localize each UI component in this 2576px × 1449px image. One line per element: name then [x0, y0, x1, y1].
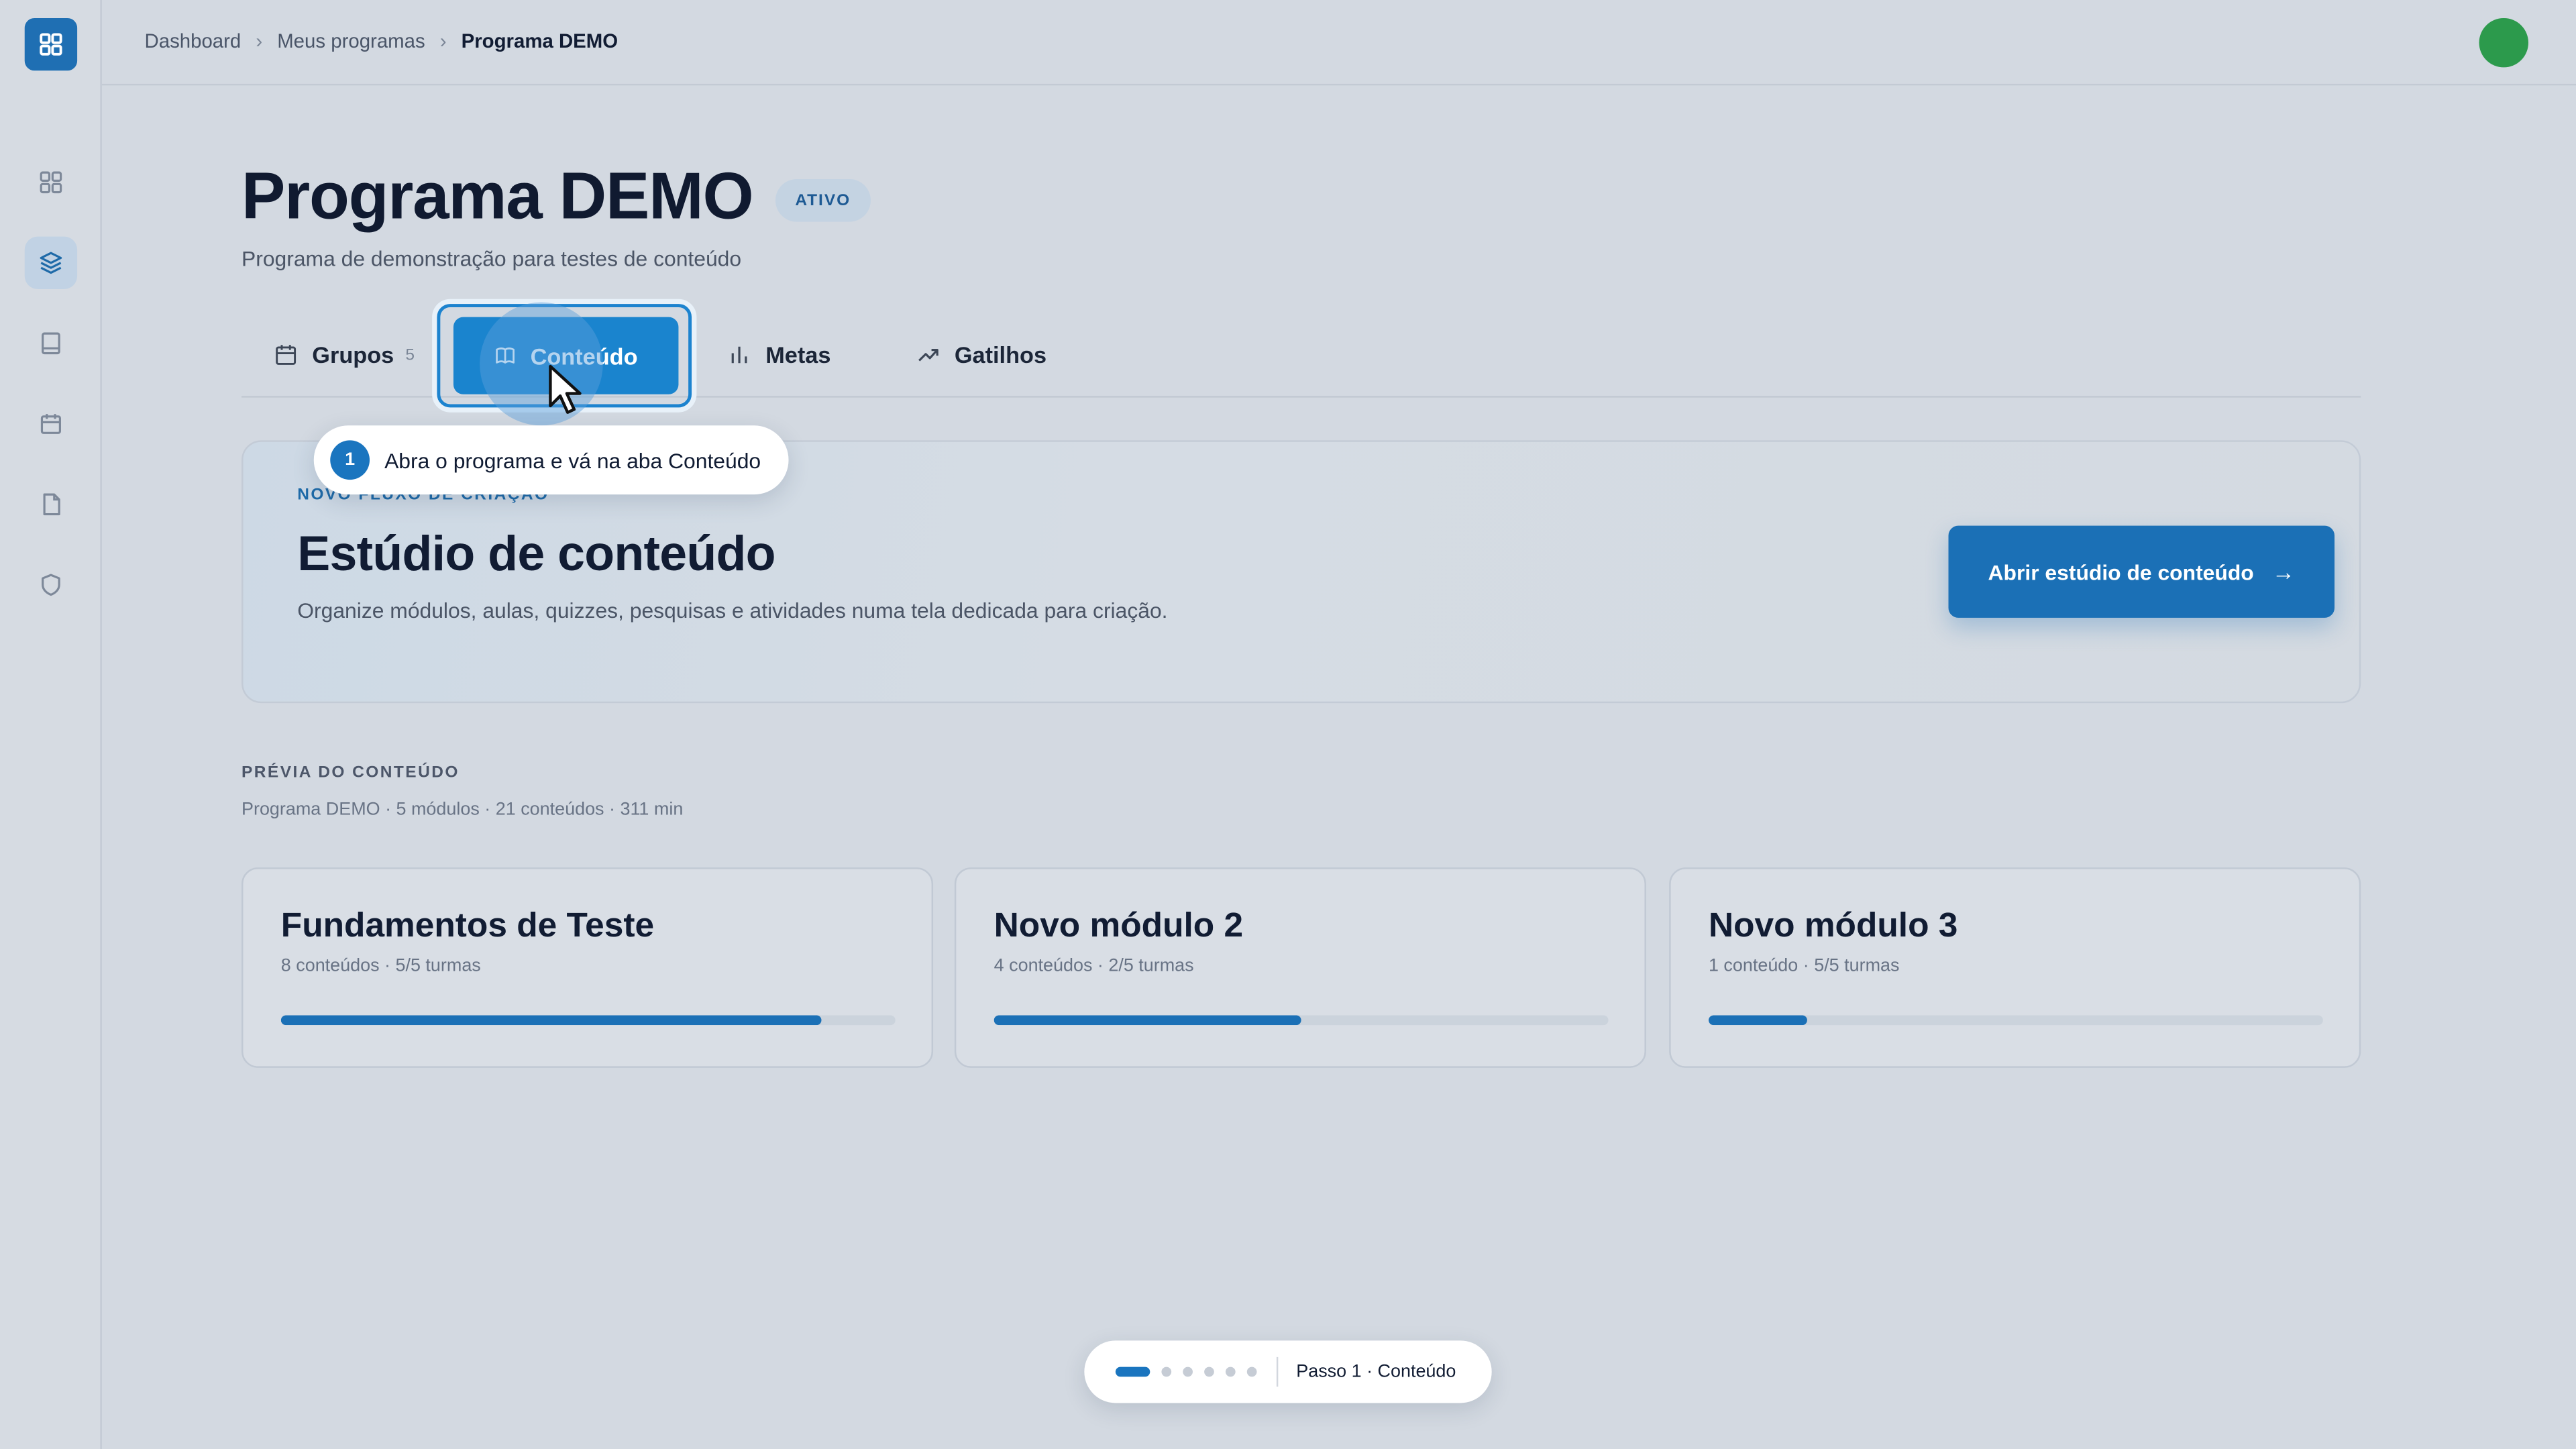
- step-dots: [1115, 1366, 1269, 1377]
- breadcrumb-separator: ›: [439, 30, 447, 53]
- studio-title: Estúdio de conteúdo: [297, 527, 775, 582]
- stepper-label: Passo 1 · Conteúdo: [1296, 1362, 1456, 1382]
- module-card[interactable]: Novo módulo 3 1 conteúdo · 5/5 turmas: [1669, 867, 2361, 1068]
- top-bar: Dashboard › Meus programas › Programa DE…: [101, 0, 2576, 86]
- click-highlight: [480, 302, 603, 426]
- status-badge: ATIVO: [775, 178, 871, 222]
- sidebar-item-documents[interactable]: [25, 478, 77, 531]
- shield-icon: [42, 574, 60, 596]
- sidebar: [0, 0, 102, 1449]
- app-logo[interactable]: [24, 17, 78, 71]
- trending-up-icon: [918, 349, 938, 362]
- module-card[interactable]: Fundamentos de Teste 8 conteúdos · 5/5 t…: [241, 867, 934, 1068]
- open-studio-label: Abrir estúdio de conteúdo: [1988, 559, 2254, 584]
- preview-heading: PRÉVIA DO CONTEÚDO: [241, 763, 460, 782]
- module-progress-track: [280, 1015, 896, 1026]
- grid-icon: [40, 33, 62, 56]
- file-icon: [43, 493, 60, 516]
- grid-icon: [40, 171, 62, 194]
- module-title: Fundamentos de Teste: [280, 906, 655, 945]
- step-dot[interactable]: [1204, 1366, 1214, 1377]
- breadcrumb: Dashboard › Meus programas › Programa DE…: [145, 30, 619, 52]
- step-dot[interactable]: [1161, 1366, 1172, 1377]
- onboarding-tooltip: 1 Abra o programa e vá na aba Conteúdo: [313, 425, 789, 495]
- step-number-badge: 1: [330, 440, 370, 480]
- breadcrumb-link-dashboard[interactable]: Dashboard: [145, 30, 241, 52]
- module-progress-track: [994, 1015, 1609, 1026]
- studio-description: Organize módulos, aulas, quizzes, pesqui…: [297, 598, 1168, 623]
- cursor-icon: [549, 364, 582, 414]
- module-title: Novo módulo 3: [1708, 906, 1958, 945]
- tooltip-text: Abra o programa e vá na aba Conteúdo: [384, 447, 761, 473]
- open-studio-button[interactable]: Abrir estúdio de conteúdo →: [1948, 525, 2335, 618]
- tab-label: Metas: [765, 341, 831, 368]
- arrow-right-icon: →: [2271, 558, 2295, 585]
- module-card[interactable]: Novo módulo 2 4 conteúdos · 2/5 turmas: [954, 867, 1646, 1068]
- avatar[interactable]: [2479, 17, 2529, 68]
- sidebar-item-dashboard[interactable]: [25, 156, 77, 209]
- tab-label: Grupos: [312, 341, 394, 368]
- page-title: Programa DEMO: [241, 161, 754, 233]
- breadcrumb-separator: ›: [256, 30, 263, 53]
- tab-label: Gatilhos: [954, 341, 1047, 368]
- tab-gatilhos[interactable]: Gatilhos: [917, 317, 1047, 393]
- step-dot-active[interactable]: [1115, 1366, 1150, 1377]
- module-meta: 8 conteúdos · 5/5 turmas: [280, 956, 481, 976]
- calendar-icon: [40, 414, 61, 434]
- sidebar-item-security[interactable]: [25, 559, 77, 611]
- module-meta: 1 conteúdo · 5/5 turmas: [1708, 956, 1900, 976]
- module-title: Novo módulo 2: [994, 906, 1244, 945]
- bar-chart-icon: [731, 346, 747, 364]
- breadcrumb-link-programs[interactable]: Meus programas: [277, 30, 425, 52]
- calendar-icon: [276, 345, 297, 365]
- sidebar-item-programs[interactable]: [24, 236, 78, 290]
- module-progress-fill: [1708, 1015, 1807, 1026]
- tour-stepper: Passo 1 · Conteúdo: [1084, 1340, 1492, 1403]
- tab-grupos[interactable]: Grupos 5: [274, 317, 415, 393]
- step-dot[interactable]: [1246, 1366, 1257, 1377]
- preview-summary: Programa DEMO · 5 módulos · 21 conteúdos…: [241, 800, 684, 820]
- book-icon: [42, 332, 60, 355]
- module-meta: 4 conteúdos · 2/5 turmas: [994, 956, 1194, 976]
- sidebar-item-calendar[interactable]: [25, 398, 77, 450]
- page-subtitle: Programa de demonstração para testes de …: [241, 246, 742, 272]
- module-progress-fill: [994, 1015, 1301, 1026]
- breadcrumb-current: Programa DEMO: [461, 30, 619, 53]
- module-progress-track: [1708, 1015, 2323, 1026]
- layers-icon: [40, 252, 62, 274]
- sidebar-item-library[interactable]: [25, 317, 77, 370]
- tab-metas[interactable]: Metas: [728, 317, 831, 393]
- step-dot[interactable]: [1225, 1366, 1236, 1377]
- tab-count: 5: [405, 345, 415, 364]
- module-progress-fill: [280, 1015, 822, 1026]
- app-root: Dashboard › Meus programas › Programa DE…: [0, 0, 2576, 1449]
- step-dot[interactable]: [1183, 1366, 1193, 1377]
- stepper-divider: [1276, 1356, 1279, 1387]
